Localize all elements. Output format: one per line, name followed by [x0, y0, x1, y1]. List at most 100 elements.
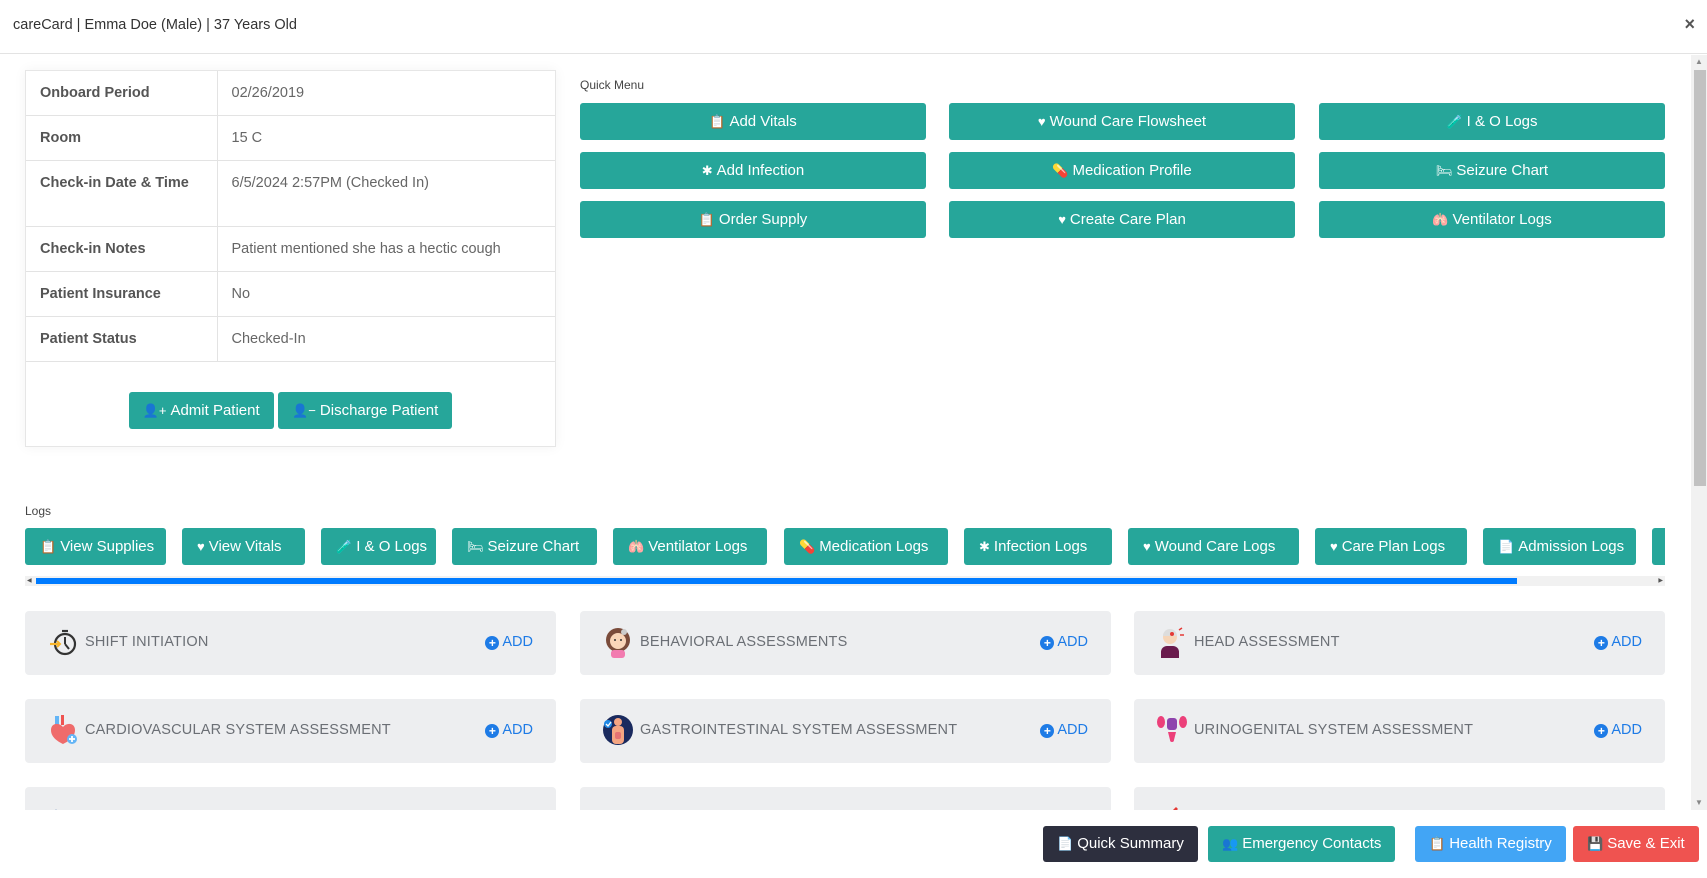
add-urinogenital-button[interactable]: + ADD	[1594, 722, 1642, 738]
add-vitals-button[interactable]: 📋 Add Vitals	[580, 103, 926, 140]
info-value: Patient mentioned she has a hectic cough	[217, 226, 555, 272]
wound-care-logs-button[interactable]: ♥ Wound Care Logs	[1128, 528, 1299, 565]
io-logs-log-button[interactable]: 🧪 I & O Logs	[321, 528, 436, 565]
button-label: Ventilator Logs	[1452, 211, 1552, 228]
modal-header: careCard | Emma Doe (Male) | 37 Years Ol…	[0, 0, 1707, 54]
info-value: No	[217, 271, 555, 317]
file-icon: 📄	[1057, 836, 1074, 851]
vial-icon: 🧪	[1446, 114, 1463, 129]
ventilator-logs-log-button[interactable]: 🫁 Ventilator Logs	[613, 528, 767, 565]
pills-icon: 💊	[799, 539, 816, 554]
button-label: Wound Care Flowsheet	[1049, 113, 1207, 130]
virus-icon: ✱	[979, 539, 990, 554]
scroll-down-arrow[interactable]: ▼	[1691, 796, 1707, 810]
care-plan-logs-button[interactable]: ♥ Care Plan Logs	[1315, 528, 1467, 565]
info-row-checkin-notes: Check-in Notes Patient mentioned she has…	[26, 226, 555, 272]
create-care-plan-button[interactable]: ♥ Create Care Plan	[949, 201, 1295, 238]
info-label: Patient Status	[26, 316, 218, 362]
assessment-card-head: HEAD ASSESSMENT + ADD	[1134, 611, 1665, 675]
bed-icon: 🛏	[467, 539, 484, 554]
logs-label: Logs	[25, 504, 52, 518]
patient-actions: 👤+ Admit Patient 👤− Discharge Patient	[26, 392, 555, 429]
assessment-label: BEHAVIORAL ASSESSMENTS	[640, 634, 848, 650]
kidneys-icon	[1157, 716, 1187, 742]
heart-icon: ♥	[1037, 114, 1046, 129]
patient-info-table: Onboard Period 02/26/2019 Room 15 C Chec…	[26, 71, 555, 362]
add-label: ADD	[502, 634, 533, 650]
assessment-card-cardiovascular: CARDIOVASCULAR SYSTEM ASSESSMENT + ADD	[25, 699, 556, 763]
assessment-card-gastrointestinal: GASTROINTESTINAL SYSTEM ASSESSMENT + ADD	[580, 699, 1111, 763]
infection-logs-button[interactable]: ✱ Infection Logs	[964, 528, 1112, 565]
button-label: Order Supply	[718, 211, 808, 228]
bed-icon: 🛏	[1435, 163, 1453, 178]
file-medical-icon: 📄	[1498, 539, 1515, 554]
add-label: ADD	[1611, 634, 1642, 650]
info-row-onboard-period: Onboard Period 02/26/2019	[26, 71, 555, 116]
add-cardiovascular-button[interactable]: + ADD	[485, 722, 533, 738]
quick-summary-button[interactable]: 📄 Quick Summary	[1043, 826, 1198, 862]
more-logs-button-partial[interactable]	[1652, 528, 1665, 565]
users-icon: 👥	[1222, 836, 1239, 851]
save-icon: 💾	[1587, 836, 1604, 851]
assessment-label: GASTROINTESTINAL SYSTEM ASSESSMENT	[640, 722, 958, 738]
plus-circle-icon: +	[485, 724, 500, 738]
medication-logs-button[interactable]: 💊 Medication Logs	[784, 528, 948, 565]
scroll-up-arrow[interactable]: ▲	[1691, 55, 1707, 69]
info-label: Check-in Date & Time	[26, 160, 218, 227]
view-vitals-button[interactable]: ♥ View Vitals	[182, 528, 305, 565]
patient-info-card: Onboard Period 02/26/2019 Room 15 C Chec…	[25, 70, 556, 447]
view-supplies-button[interactable]: 📋 View Supplies	[25, 528, 166, 565]
info-row-checkin-datetime: Check-in Date & Time 6/5/2024 2:57PM (Ch…	[26, 160, 555, 227]
modal-footer: 📄 Quick Summary 👥 Emergency Contacts 📋 Heal…	[0, 810, 1707, 878]
modal-body: Onboard Period 02/26/2019 Room 15 C Chec…	[0, 55, 1691, 810]
add-shift-initiation-button[interactable]: + ADD	[485, 634, 533, 650]
ventilator-logs-button[interactable]: 🫁 Ventilator Logs	[1319, 201, 1665, 238]
clipboard-icon: 📋	[709, 114, 726, 129]
health-registry-button[interactable]: 📋 Health Registry	[1415, 826, 1566, 862]
order-supply-button[interactable]: 📋 Order Supply	[580, 201, 926, 238]
plus-circle-icon: +	[1594, 724, 1609, 738]
scrollbar-thumb[interactable]	[1694, 70, 1706, 486]
seizure-chart-button[interactable]: 🛏 Seizure Chart	[1319, 152, 1665, 189]
plus-circle-icon: +	[1040, 636, 1055, 650]
plus-circle-icon: +	[1594, 636, 1609, 650]
assessment-label: CARDIOVASCULAR SYSTEM ASSESSMENT	[85, 722, 391, 738]
vertical-scrollbar[interactable]: ▲ ▼	[1691, 55, 1707, 810]
save-exit-button[interactable]: 💾 Save & Exit	[1573, 826, 1699, 862]
add-infection-button[interactable]: ✱ Add Infection	[580, 152, 926, 189]
heart-organ-icon	[51, 715, 77, 744]
close-icon[interactable]: ×	[1684, 14, 1695, 35]
scrollbar-thumb[interactable]	[36, 578, 1517, 584]
wound-care-flowsheet-button[interactable]: ♥ Wound Care Flowsheet	[949, 103, 1295, 140]
scroll-right-arrow[interactable]: ▶	[1658, 576, 1663, 586]
girl-avatar-icon	[606, 628, 630, 658]
logs-horizontal-scrollbar[interactable]: ◀ ▶	[25, 576, 1665, 586]
seizure-chart-log-button[interactable]: 🛏 Seizure Chart	[452, 528, 597, 565]
plus-circle-icon: +	[1040, 724, 1055, 738]
emergency-contacts-button[interactable]: 👥 Emergency Contacts	[1208, 826, 1396, 862]
logs-button-row: 📋 View Supplies ♥ View Vitals 🧪 I & O Logs …	[25, 528, 1665, 566]
admit-patient-button[interactable]: 👤+ Admit Patient	[128, 392, 274, 429]
medication-profile-button[interactable]: 💊 Medication Profile	[949, 152, 1295, 189]
add-behavioral-button[interactable]: + ADD	[1040, 634, 1088, 650]
assessment-card-shift-initiation: SHIFT INITIATION + ADD	[25, 611, 556, 675]
scroll-left-arrow[interactable]: ◀	[27, 576, 32, 586]
admission-logs-button[interactable]: 📄 Admission Logs	[1483, 528, 1636, 565]
add-gastrointestinal-button[interactable]: + ADD	[1040, 722, 1088, 738]
add-head-assessment-button[interactable]: + ADD	[1594, 634, 1642, 650]
io-logs-button[interactable]: 🧪 I & O Logs	[1319, 103, 1665, 140]
lungs-icon: 🫁	[628, 539, 645, 554]
heartbeat-icon: ♥	[1330, 539, 1338, 554]
info-label: Patient Insurance	[26, 271, 218, 317]
assessment-card-behavioral: BEHAVIORAL ASSESSMENTS + ADD	[580, 611, 1111, 675]
assessment-card-urinogenital: URINOGENITAL SYSTEM ASSESSMENT + ADD	[1134, 699, 1665, 763]
assessment-label: HEAD ASSESSMENT	[1194, 634, 1340, 650]
admit-patient-label: Admit Patient	[170, 402, 260, 419]
info-label: Check-in Notes	[26, 226, 218, 272]
button-label: Seizure Chart	[1456, 162, 1549, 179]
discharge-patient-button[interactable]: 👤− Discharge Patient	[278, 392, 453, 429]
user-minus-icon: 👤−	[292, 403, 316, 418]
info-value: 15 C	[217, 115, 555, 161]
modal-title: careCard | Emma Doe (Male) | 37 Years Ol…	[13, 17, 297, 33]
button-label: Ventilator Logs	[648, 538, 748, 555]
